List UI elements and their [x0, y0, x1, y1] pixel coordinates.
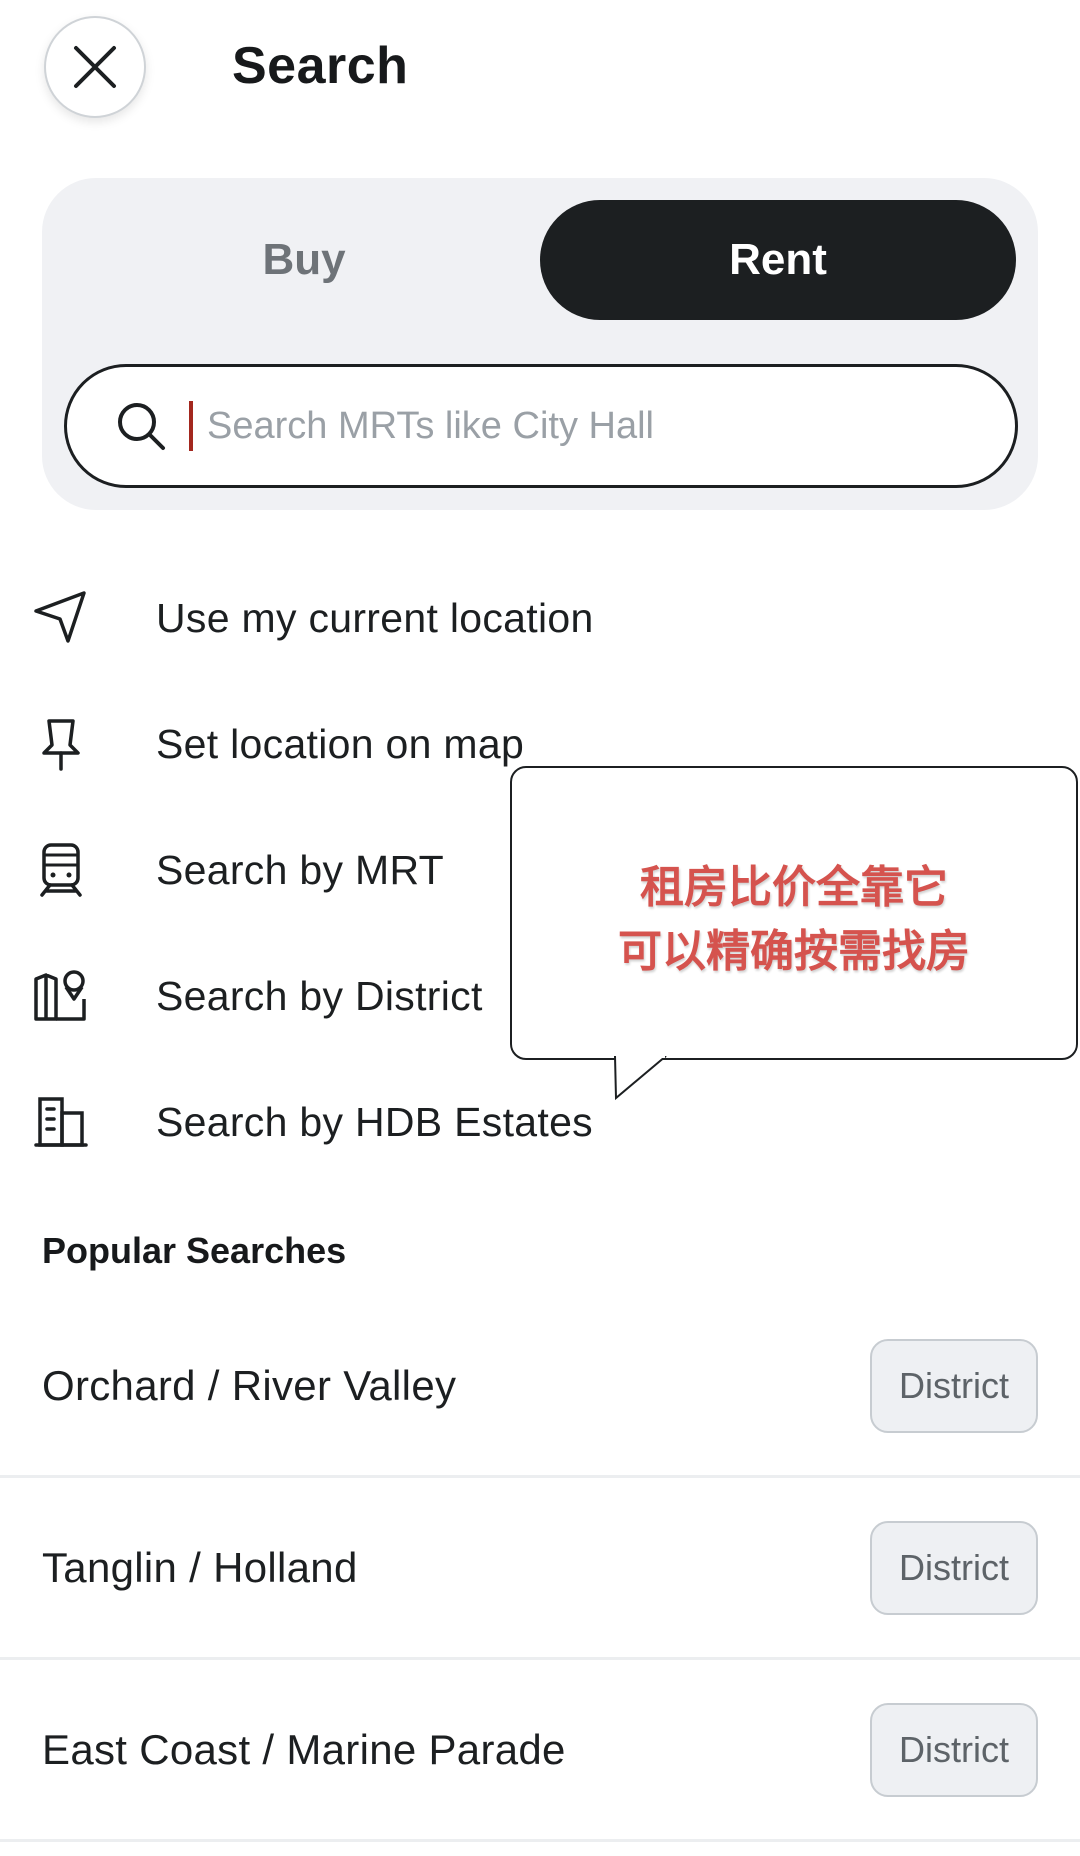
district-badge: District — [870, 1702, 1038, 1797]
tooltip-tail — [614, 1056, 667, 1101]
option-label: Use my current location — [156, 594, 594, 641]
navigation-arrow-icon — [34, 591, 86, 643]
tab-rent[interactable]: Rent — [540, 200, 1016, 320]
close-button[interactable] — [44, 16, 146, 118]
option-use-current-location[interactable]: Use my current location — [32, 586, 594, 650]
search-icon — [118, 403, 165, 450]
building-icon — [34, 1097, 88, 1147]
tooltip-line-2: 可以精确按需找房 — [618, 927, 970, 976]
page-title: Search — [232, 37, 409, 95]
search-box[interactable] — [64, 364, 1018, 488]
list-item[interactable]: East Coast / Marine Parade District — [0, 1660, 1080, 1842]
option-label: Search by HDB Estates — [156, 1098, 593, 1145]
popular-item-name: Tanglin / Holland — [42, 1543, 358, 1591]
popular-searches-title: Popular Searches — [42, 1230, 347, 1271]
list-item[interactable]: Orchard / River Valley District — [0, 1296, 1080, 1478]
map-pin-icon — [42, 719, 80, 771]
list-item[interactable]: Tanglin / Holland District — [0, 1478, 1080, 1660]
option-label: Search by District — [156, 972, 483, 1019]
text-caret — [189, 401, 193, 451]
search-card: Buy Rent — [42, 178, 1038, 510]
option-search-by-district[interactable]: Search by District — [32, 964, 483, 1028]
close-icon — [74, 46, 116, 88]
tooltip-line-1: 租房比价全靠它 — [640, 863, 948, 912]
popular-item-name: East Coast / Marine Parade — [42, 1725, 566, 1773]
district-badge: District — [870, 1520, 1038, 1615]
option-label: Set location on map — [156, 720, 525, 767]
option-search-by-hdb-estates[interactable]: Search by HDB Estates — [32, 1090, 593, 1154]
train-icon — [40, 843, 82, 897]
search-screen: Search Buy Rent Use my current location … — [0, 0, 1080, 1856]
tooltip-text: 租房比价全靠它 可以精确按需找房 — [510, 856, 1078, 984]
search-input[interactable] — [207, 404, 987, 448]
tab-buy[interactable]: Buy — [66, 200, 542, 320]
option-set-location-on-map[interactable]: Set location on map — [32, 712, 524, 776]
option-label: Search by MRT — [156, 846, 444, 893]
option-search-by-mrt[interactable]: Search by MRT — [32, 838, 444, 902]
district-badge: District — [870, 1338, 1038, 1433]
popular-item-name: Orchard / River Valley — [42, 1361, 457, 1409]
map-district-icon — [34, 970, 86, 1021]
